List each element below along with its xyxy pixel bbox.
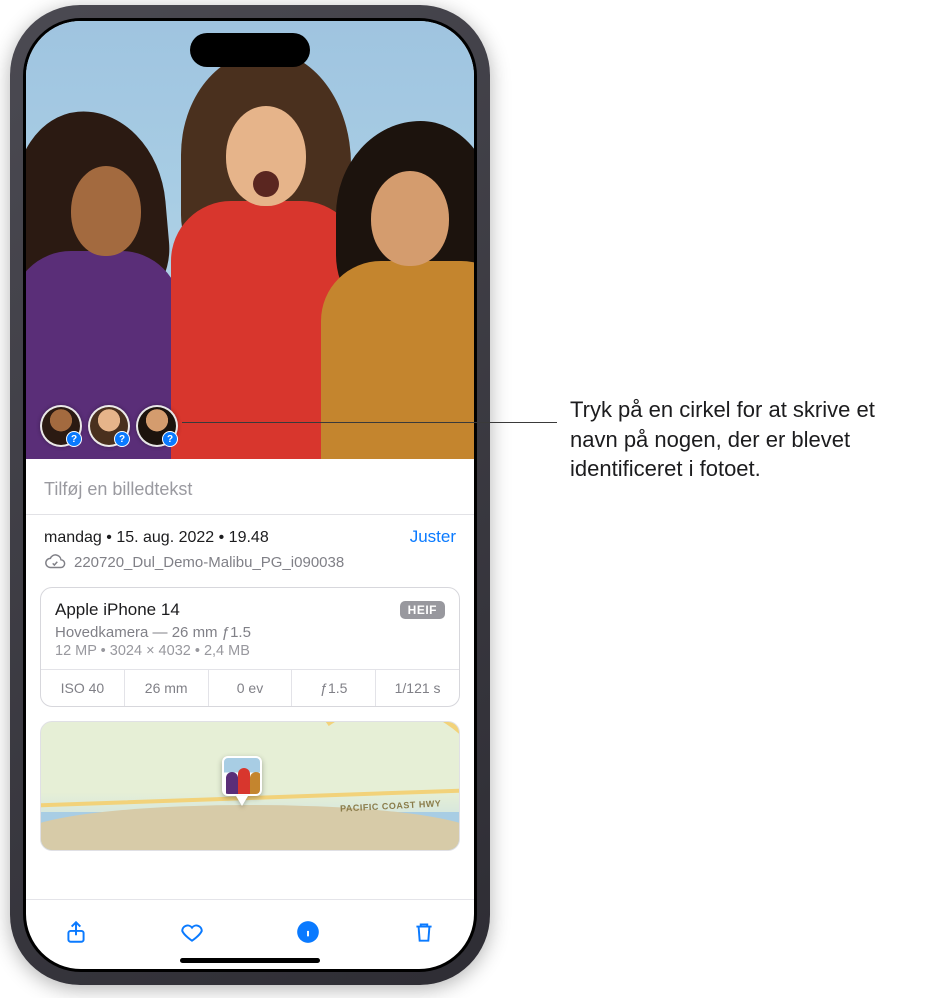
- person-circle-1[interactable]: ?: [40, 405, 82, 447]
- icloud-checked-icon: [44, 551, 66, 573]
- iphone-bezel: ? ? ? mandag • 15.: [23, 18, 477, 972]
- dynamic-island: [190, 33, 310, 67]
- camera-info-card: Apple iPhone 14 HEIF Hovedkamera — 26 mm…: [40, 587, 460, 707]
- spec-iso: ISO 40: [41, 670, 125, 706]
- camera-device: Apple iPhone 14: [55, 600, 180, 620]
- home-indicator[interactable]: [180, 958, 320, 963]
- favorite-button[interactable]: [176, 916, 208, 948]
- spec-ev: 0 ev: [209, 670, 293, 706]
- spec-focal: 26 mm: [125, 670, 209, 706]
- share-button[interactable]: [60, 916, 92, 948]
- person-circle-3[interactable]: ?: [136, 405, 178, 447]
- camera-metadata: 12 MP • 3024 × 4032 • 2,4 MB: [41, 643, 459, 669]
- date-row: mandag • 15. aug. 2022 • 19.48 Juster: [26, 515, 474, 549]
- photo-preview[interactable]: ? ? ?: [26, 21, 474, 459]
- iphone-frame: ? ? ? mandag • 15.: [10, 5, 490, 985]
- file-row: 220720_Dul_Demo-Malibu_PG_i090038: [26, 549, 474, 587]
- callout-text: Tryk på en cirkel for at skrive et navn …: [570, 395, 920, 484]
- caption-row: [26, 459, 474, 515]
- location-map[interactable]: PACIFIC COAST HWY: [40, 721, 460, 851]
- camera-specs-row: ISO 40 26 mm 0 ev ƒ1.5 1/121 s: [41, 669, 459, 706]
- spec-aperture: ƒ1.5: [292, 670, 376, 706]
- photo-datetime: mandag • 15. aug. 2022 • 19.48: [44, 529, 410, 547]
- question-badge-icon: ?: [114, 431, 130, 447]
- adjust-button[interactable]: Juster: [410, 527, 456, 547]
- cloud-filename: 220720_Dul_Demo-Malibu_PG_i090038: [74, 554, 344, 571]
- question-badge-icon: ?: [66, 431, 82, 447]
- map-road-curve: [262, 721, 460, 851]
- callout-leader-line: [182, 422, 557, 423]
- detected-people-row: ? ? ?: [40, 405, 178, 447]
- info-button[interactable]: [292, 916, 324, 948]
- info-icon: [295, 919, 321, 945]
- camera-lens: Hovedkamera — 26 mm ƒ1.5: [41, 624, 459, 643]
- photo-person-right: [326, 101, 474, 459]
- heart-icon: [179, 919, 205, 945]
- person-circle-2[interactable]: ?: [88, 405, 130, 447]
- format-badge: HEIF: [400, 601, 445, 619]
- map-photo-pin[interactable]: [222, 756, 262, 806]
- share-icon: [63, 919, 89, 945]
- map-pin-thumbnail: [222, 756, 262, 796]
- question-badge-icon: ?: [162, 431, 178, 447]
- spec-shutter: 1/121 s: [376, 670, 459, 706]
- delete-button[interactable]: [408, 916, 440, 948]
- trash-icon: [411, 919, 437, 945]
- screen: ? ? ? mandag • 15.: [26, 21, 474, 969]
- caption-input[interactable]: [44, 479, 456, 500]
